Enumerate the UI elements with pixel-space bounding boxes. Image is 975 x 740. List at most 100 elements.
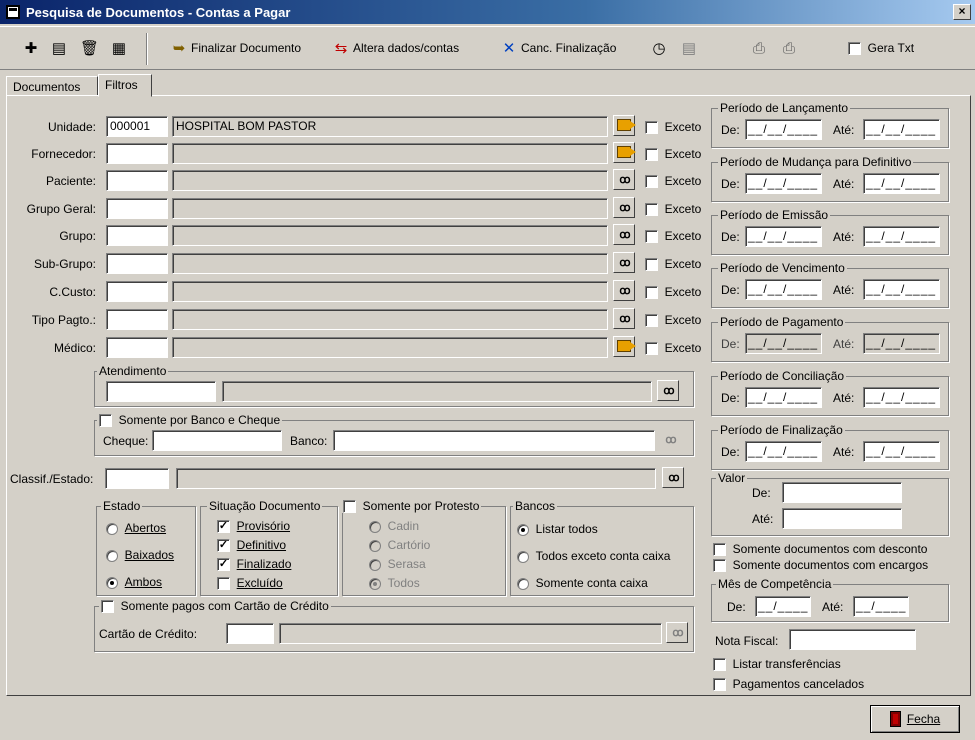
altera-dados-button[interactable]: ⇆ Altera dados/contas bbox=[332, 37, 459, 59]
estado-option[interactable]: Abertos bbox=[106, 521, 166, 535]
periodo-de-input[interactable]: __/__/____ bbox=[745, 226, 822, 247]
filter-code-input[interactable] bbox=[106, 225, 168, 246]
bancos-option[interactable]: Todos exceto conta caixa bbox=[517, 549, 670, 563]
exceto-checkbox[interactable]: Exceto bbox=[645, 174, 701, 189]
trash-icon[interactable]: 🗑 bbox=[80, 37, 101, 59]
estado-option[interactable]: Ambos bbox=[106, 575, 162, 589]
print-icon[interactable]: ⎙ bbox=[750, 37, 771, 59]
protesto-option[interactable]: Todos bbox=[369, 576, 420, 590]
mes-ate-input[interactable]: __/____ bbox=[853, 596, 909, 617]
filter-code-input[interactable] bbox=[106, 253, 168, 274]
periodo-ate-input[interactable]: __/__/____ bbox=[863, 119, 940, 140]
calculator-icon[interactable]: ▦ bbox=[110, 37, 131, 59]
tab-filtros[interactable]: Filtros bbox=[98, 74, 152, 97]
exceto-checkbox[interactable]: Exceto bbox=[645, 202, 701, 217]
report-icon[interactable]: ▤ bbox=[680, 37, 701, 59]
somente-desconto-checkbox[interactable]: Somente documentos com desconto bbox=[713, 542, 927, 557]
filter-search-button[interactable] bbox=[613, 142, 636, 163]
atendimento-search-button[interactable]: ꝏ bbox=[657, 380, 679, 401]
listar-transferencias-checkbox[interactable]: Listar transferências bbox=[713, 657, 841, 672]
periodo-ate-input[interactable]: __/__/____ bbox=[863, 226, 940, 247]
filter-code-input[interactable] bbox=[106, 281, 168, 302]
periodo-ate-input[interactable]: __/__/____ bbox=[863, 387, 940, 408]
protesto-option[interactable]: Cartório bbox=[369, 538, 430, 552]
periodo-de-input[interactable]: __/__/____ bbox=[745, 173, 822, 194]
classif-search-button[interactable]: ꝏ bbox=[662, 467, 684, 488]
situacao-option[interactable]: ✓ Definitivo bbox=[217, 538, 286, 553]
filter-search-button[interactable] bbox=[613, 115, 636, 136]
cartao-search-button[interactable]: ꝏ bbox=[666, 622, 688, 643]
cartao-checkbox[interactable] bbox=[101, 600, 114, 614]
gera-txt-checkbox[interactable]: Gera Txt bbox=[848, 37, 914, 59]
filter-code-input[interactable] bbox=[106, 198, 168, 219]
filter-search-button[interactable]: ꝏ bbox=[613, 308, 635, 329]
bancos-option[interactable]: Listar todos bbox=[517, 522, 598, 536]
exceto-checkbox[interactable]: Exceto bbox=[645, 120, 701, 135]
periodo-de-input[interactable]: __/__/____ bbox=[745, 279, 822, 300]
filter-code-input[interactable] bbox=[106, 309, 168, 330]
filter-search-button[interactable] bbox=[613, 336, 636, 357]
banco-cheque-checkbox[interactable] bbox=[99, 414, 112, 428]
banco-label: Banco: bbox=[290, 434, 328, 448]
periodo-ate-input[interactable]: __/__/____ bbox=[863, 333, 940, 354]
periodo-de-input[interactable]: __/__/____ bbox=[745, 333, 822, 354]
periodo-caption: Período de Vencimento bbox=[718, 261, 847, 275]
exceto-checkbox[interactable]: Exceto bbox=[645, 285, 701, 300]
finalizar-documento-button[interactable]: ➥ Finalizar Documento bbox=[170, 37, 301, 59]
edit-document-icon[interactable]: ▤ bbox=[50, 37, 71, 59]
filter-label: Grupo: bbox=[59, 229, 96, 243]
exceto-checkbox[interactable]: Exceto bbox=[645, 257, 701, 272]
banco-input[interactable] bbox=[333, 430, 655, 451]
mes-de-input[interactable]: __/____ bbox=[755, 596, 811, 617]
periodo-de-input[interactable]: __/__/____ bbox=[745, 119, 822, 140]
situacao-option[interactable]: Excluído bbox=[217, 576, 283, 591]
print-preview-icon[interactable]: ⎙ bbox=[780, 37, 801, 59]
periodo-ate-input[interactable]: __/__/____ bbox=[863, 441, 940, 462]
valor-ate-input[interactable] bbox=[782, 508, 902, 529]
canc-finalizacao-button[interactable]: ✕ Canc. Finalização bbox=[500, 37, 617, 59]
exceto-checkbox[interactable]: Exceto bbox=[645, 313, 701, 328]
filter-search-button[interactable]: ꝏ bbox=[613, 280, 635, 301]
estado-option[interactable]: Baixados bbox=[106, 548, 174, 562]
filter-label: Sub-Grupo: bbox=[33, 257, 96, 271]
binoculars-icon: ꝏ bbox=[672, 627, 683, 639]
banco-search-button[interactable]: ꝏ bbox=[659, 429, 681, 450]
classif-code-input[interactable] bbox=[105, 468, 169, 489]
atendimento-code-input[interactable] bbox=[106, 381, 216, 402]
periodo-ate-input[interactable]: __/__/____ bbox=[863, 279, 940, 300]
protesto-option[interactable]: Serasa bbox=[369, 557, 426, 571]
cartao-code-input[interactable] bbox=[226, 623, 274, 644]
filter-search-button[interactable]: ꝏ bbox=[613, 252, 635, 273]
valor-de-input[interactable] bbox=[782, 482, 902, 503]
situacao-option[interactable]: ✓ Finalizado bbox=[217, 557, 291, 572]
situacao-option[interactable]: ✓ Provisório bbox=[217, 519, 290, 534]
periodo-de-input[interactable]: __/__/____ bbox=[745, 387, 822, 408]
exceto-checkbox[interactable]: Exceto bbox=[645, 341, 701, 356]
pagamentos-cancelados-checkbox[interactable]: Pagamentos cancelados bbox=[713, 677, 864, 692]
binoculars-icon: ꝏ bbox=[619, 174, 630, 186]
somente-encargos-checkbox[interactable]: Somente documentos com encargos bbox=[713, 558, 928, 573]
filter-code-input[interactable] bbox=[106, 143, 168, 164]
periodo-de-input[interactable]: __/__/____ bbox=[745, 441, 822, 462]
filter-search-button[interactable]: ꝏ bbox=[613, 169, 635, 190]
filter-code-input[interactable] bbox=[106, 337, 168, 358]
clock-icon[interactable]: ◷ bbox=[650, 37, 671, 59]
tab-documentos[interactable]: Documentos bbox=[6, 76, 98, 96]
nota-fiscal-input[interactable] bbox=[789, 629, 916, 650]
exceto-checkbox[interactable]: Exceto bbox=[645, 147, 701, 162]
filter-search-button[interactable]: ꝏ bbox=[613, 197, 635, 218]
finalize-icon: ➥ bbox=[172, 40, 186, 57]
fecha-button[interactable]: Fecha bbox=[870, 705, 960, 733]
exceto-checkbox[interactable]: Exceto bbox=[645, 229, 701, 244]
protesto-option[interactable]: Cadin bbox=[369, 519, 419, 533]
close-button[interactable]: × bbox=[953, 4, 971, 20]
filter-search-button[interactable]: ꝏ bbox=[613, 224, 635, 245]
bancos-option[interactable]: Somente conta caixa bbox=[517, 576, 648, 590]
filter-label: Médico: bbox=[53, 341, 96, 355]
cheque-input[interactable] bbox=[152, 430, 282, 451]
protesto-checkbox[interactable] bbox=[343, 500, 356, 514]
add-icon[interactable]: ✚ bbox=[22, 37, 43, 59]
filter-code-input[interactable] bbox=[106, 170, 168, 191]
periodo-ate-input[interactable]: __/__/____ bbox=[863, 173, 940, 194]
filter-code-input[interactable]: 000001 bbox=[106, 116, 168, 137]
